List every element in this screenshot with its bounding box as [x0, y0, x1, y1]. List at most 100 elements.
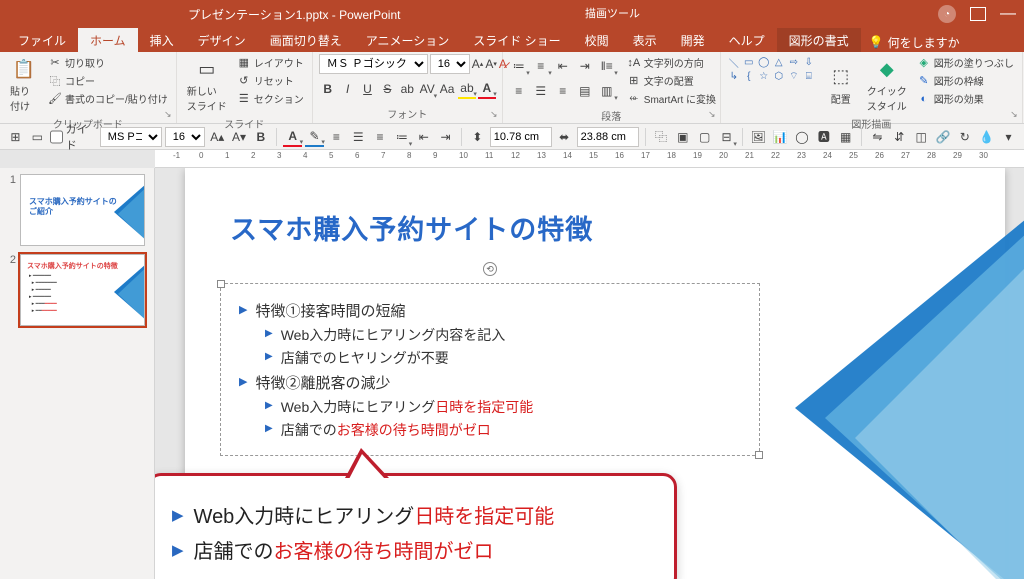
layout-button[interactable]: ▦レイアウト: [235, 54, 306, 71]
shadow-button[interactable]: ab: [398, 79, 416, 99]
section-button[interactable]: ☰セクション: [235, 90, 306, 107]
qat-shrink-font[interactable]: A▾: [230, 127, 249, 147]
bullet-l2[interactable]: 店舗でのヒヤリングが不要: [265, 348, 741, 368]
font-size-select[interactable]: 16: [430, 54, 470, 74]
qat-back-icon[interactable]: ▢: [695, 127, 714, 147]
cut-button[interactable]: ✂切り取り: [46, 54, 170, 71]
tab-transitions[interactable]: 画面切り替え: [258, 28, 354, 52]
shape-tri-icon[interactable]: △: [772, 56, 786, 69]
slide-canvas[interactable]: スマホ購入予約サイトの特徴 ⟲ 特徴①接客時間の短縮 Web入力時にヒアリング内…: [155, 168, 1024, 579]
qat-link[interactable]: 🔗: [934, 127, 953, 147]
tab-file[interactable]: ファイル: [6, 28, 78, 52]
account-icon[interactable]: ◔: [938, 5, 956, 23]
qat-flip-v[interactable]: ⇵: [890, 127, 909, 147]
qat-shapes[interactable]: ◯: [793, 127, 812, 147]
dialog-launcher-icon[interactable]: ↘: [162, 109, 174, 121]
bullets-button[interactable]: ≔: [509, 56, 529, 76]
thumbnail-1[interactable]: 1 スマホ購入予約サイトの ご紹介: [6, 174, 148, 246]
content-textbox[interactable]: ⟲ 特徴①接客時間の短縮 Web入力時にヒアリング内容を記入 店舗でのヒヤリング…: [220, 283, 760, 456]
qat-align-obj[interactable]: ⊟: [717, 127, 736, 147]
shape-outline-button[interactable]: ✎図形の枠線: [915, 72, 1016, 89]
copy-button[interactable]: ⿻コピー: [46, 72, 170, 89]
shape-height-input[interactable]: [490, 127, 552, 147]
paste-button[interactable]: 📋貼り付け: [6, 54, 42, 115]
qat-bullets[interactable]: ≔: [392, 127, 411, 147]
bullet-l1[interactable]: 特徴①接客時間の短縮: [239, 300, 741, 321]
rotate-handle-icon[interactable]: ⟲: [483, 262, 497, 276]
qat-shape-outline[interactable]: ✎: [305, 127, 324, 147]
qat-ruler-icon[interactable]: ▭: [28, 127, 47, 147]
qat-grow-font[interactable]: A▴: [208, 127, 227, 147]
qat-align-left[interactable]: ≡: [327, 127, 346, 147]
qat-outdent[interactable]: ⇤: [414, 127, 433, 147]
underline-button[interactable]: U: [359, 79, 377, 99]
bullet-l1[interactable]: 特徴②離脱客の減少: [239, 372, 741, 393]
shrink-font-button[interactable]: A▾: [485, 54, 497, 74]
strike-button[interactable]: S: [378, 79, 396, 99]
qat-chart[interactable]: 📊: [771, 127, 790, 147]
grow-font-button[interactable]: A▴: [472, 54, 484, 74]
tab-animations[interactable]: アニメーション: [354, 28, 462, 52]
tell-me[interactable]: 💡何をしますか: [861, 28, 968, 52]
italic-button[interactable]: I: [339, 79, 357, 99]
dialog-launcher-icon[interactable]: ↘: [488, 109, 500, 121]
text-direction-button[interactable]: ↕A文字列の方向: [625, 54, 718, 71]
dialog-launcher-icon[interactable]: ↘: [706, 109, 718, 121]
reset-button[interactable]: ↺リセット: [235, 72, 306, 89]
shape-can-icon[interactable]: ⌸: [802, 70, 816, 83]
shape-arrow-icon[interactable]: ⇨: [787, 56, 801, 69]
qat-rotate[interactable]: ↻: [955, 127, 974, 147]
shape-width-input[interactable]: [577, 127, 639, 147]
minimize-icon[interactable]: —: [1000, 5, 1016, 23]
shape-brace-icon[interactable]: {: [742, 70, 756, 83]
shape-callout-icon[interactable]: ⌔: [787, 70, 801, 83]
qat-group-icon[interactable]: ⿻: [652, 127, 671, 147]
qat-insert-pic[interactable]: 🖼: [749, 127, 768, 147]
align-center-button[interactable]: ☰: [531, 81, 551, 101]
shape-star-icon[interactable]: ☆: [757, 70, 771, 83]
tab-design[interactable]: デザイン: [186, 28, 258, 52]
increase-indent-button[interactable]: ⇥: [575, 56, 595, 76]
qat-crop[interactable]: ◫: [912, 127, 931, 147]
decrease-indent-button[interactable]: ⇤: [553, 56, 573, 76]
change-case-button[interactable]: Aa: [438, 79, 456, 99]
qat-textbox[interactable]: 🅰: [814, 127, 833, 147]
qat-eyedrop[interactable]: 💧: [977, 127, 996, 147]
tab-review[interactable]: 校閲: [573, 28, 621, 52]
qat-table[interactable]: ▦: [836, 127, 855, 147]
arrange-button[interactable]: ⬚配置: [823, 54, 859, 115]
bullet-l2[interactable]: 店舗でのお客様の待ち時間がゼロ: [265, 420, 741, 440]
numbering-button[interactable]: ≡: [531, 56, 551, 76]
qat-more[interactable]: ▾: [999, 127, 1018, 147]
line-spacing-button[interactable]: ‖≡: [597, 56, 617, 76]
new-slide-button[interactable]: ▭新しい スライド: [183, 54, 231, 115]
slide-title[interactable]: スマホ購入予約サイトの特徴: [230, 208, 593, 247]
align-text-button[interactable]: ⊞文字の配置: [625, 72, 718, 89]
format-painter-button[interactable]: 🖌書式のコピー/貼り付け: [46, 90, 170, 107]
tab-developer[interactable]: 開発: [669, 28, 717, 52]
columns-button[interactable]: ▥: [597, 81, 617, 101]
shape-elbow-icon[interactable]: ↳: [727, 70, 741, 83]
tab-help[interactable]: ヘルプ: [717, 28, 777, 52]
shape-more-icon[interactable]: ⇩: [802, 56, 816, 69]
ribbon-display-icon[interactable]: [970, 7, 986, 21]
font-color-button[interactable]: A: [478, 79, 496, 99]
align-right-button[interactable]: ≡: [553, 81, 573, 101]
horizontal-ruler[interactable]: -101234567891011121314151617181920212223…: [155, 150, 1024, 168]
smartart-button[interactable]: ⬰SmartArt に変換: [625, 90, 718, 107]
bold-button[interactable]: B: [319, 79, 337, 99]
qat-align-center[interactable]: ☰: [349, 127, 368, 147]
qat-indent[interactable]: ⇥: [436, 127, 455, 147]
tab-home[interactable]: ホーム: [78, 28, 138, 52]
qat-align-right[interactable]: ≡: [371, 127, 390, 147]
shape-fill-button[interactable]: ◈図形の塗りつぶし: [915, 54, 1016, 71]
tab-view[interactable]: 表示: [621, 28, 669, 52]
tab-insert[interactable]: 挿入: [138, 28, 186, 52]
tab-slideshow[interactable]: スライド ショー: [461, 28, 572, 52]
qat-font-color[interactable]: A: [283, 127, 302, 147]
dialog-launcher-icon[interactable]: ↘: [1008, 109, 1020, 121]
qat-flip-h[interactable]: ⇋: [868, 127, 887, 147]
shape-line-icon[interactable]: ＼: [727, 56, 741, 69]
tab-shape-format[interactable]: 図形の書式: [777, 28, 861, 52]
bullet-l2[interactable]: Web入力時にヒアリング内容を記入: [265, 325, 741, 345]
